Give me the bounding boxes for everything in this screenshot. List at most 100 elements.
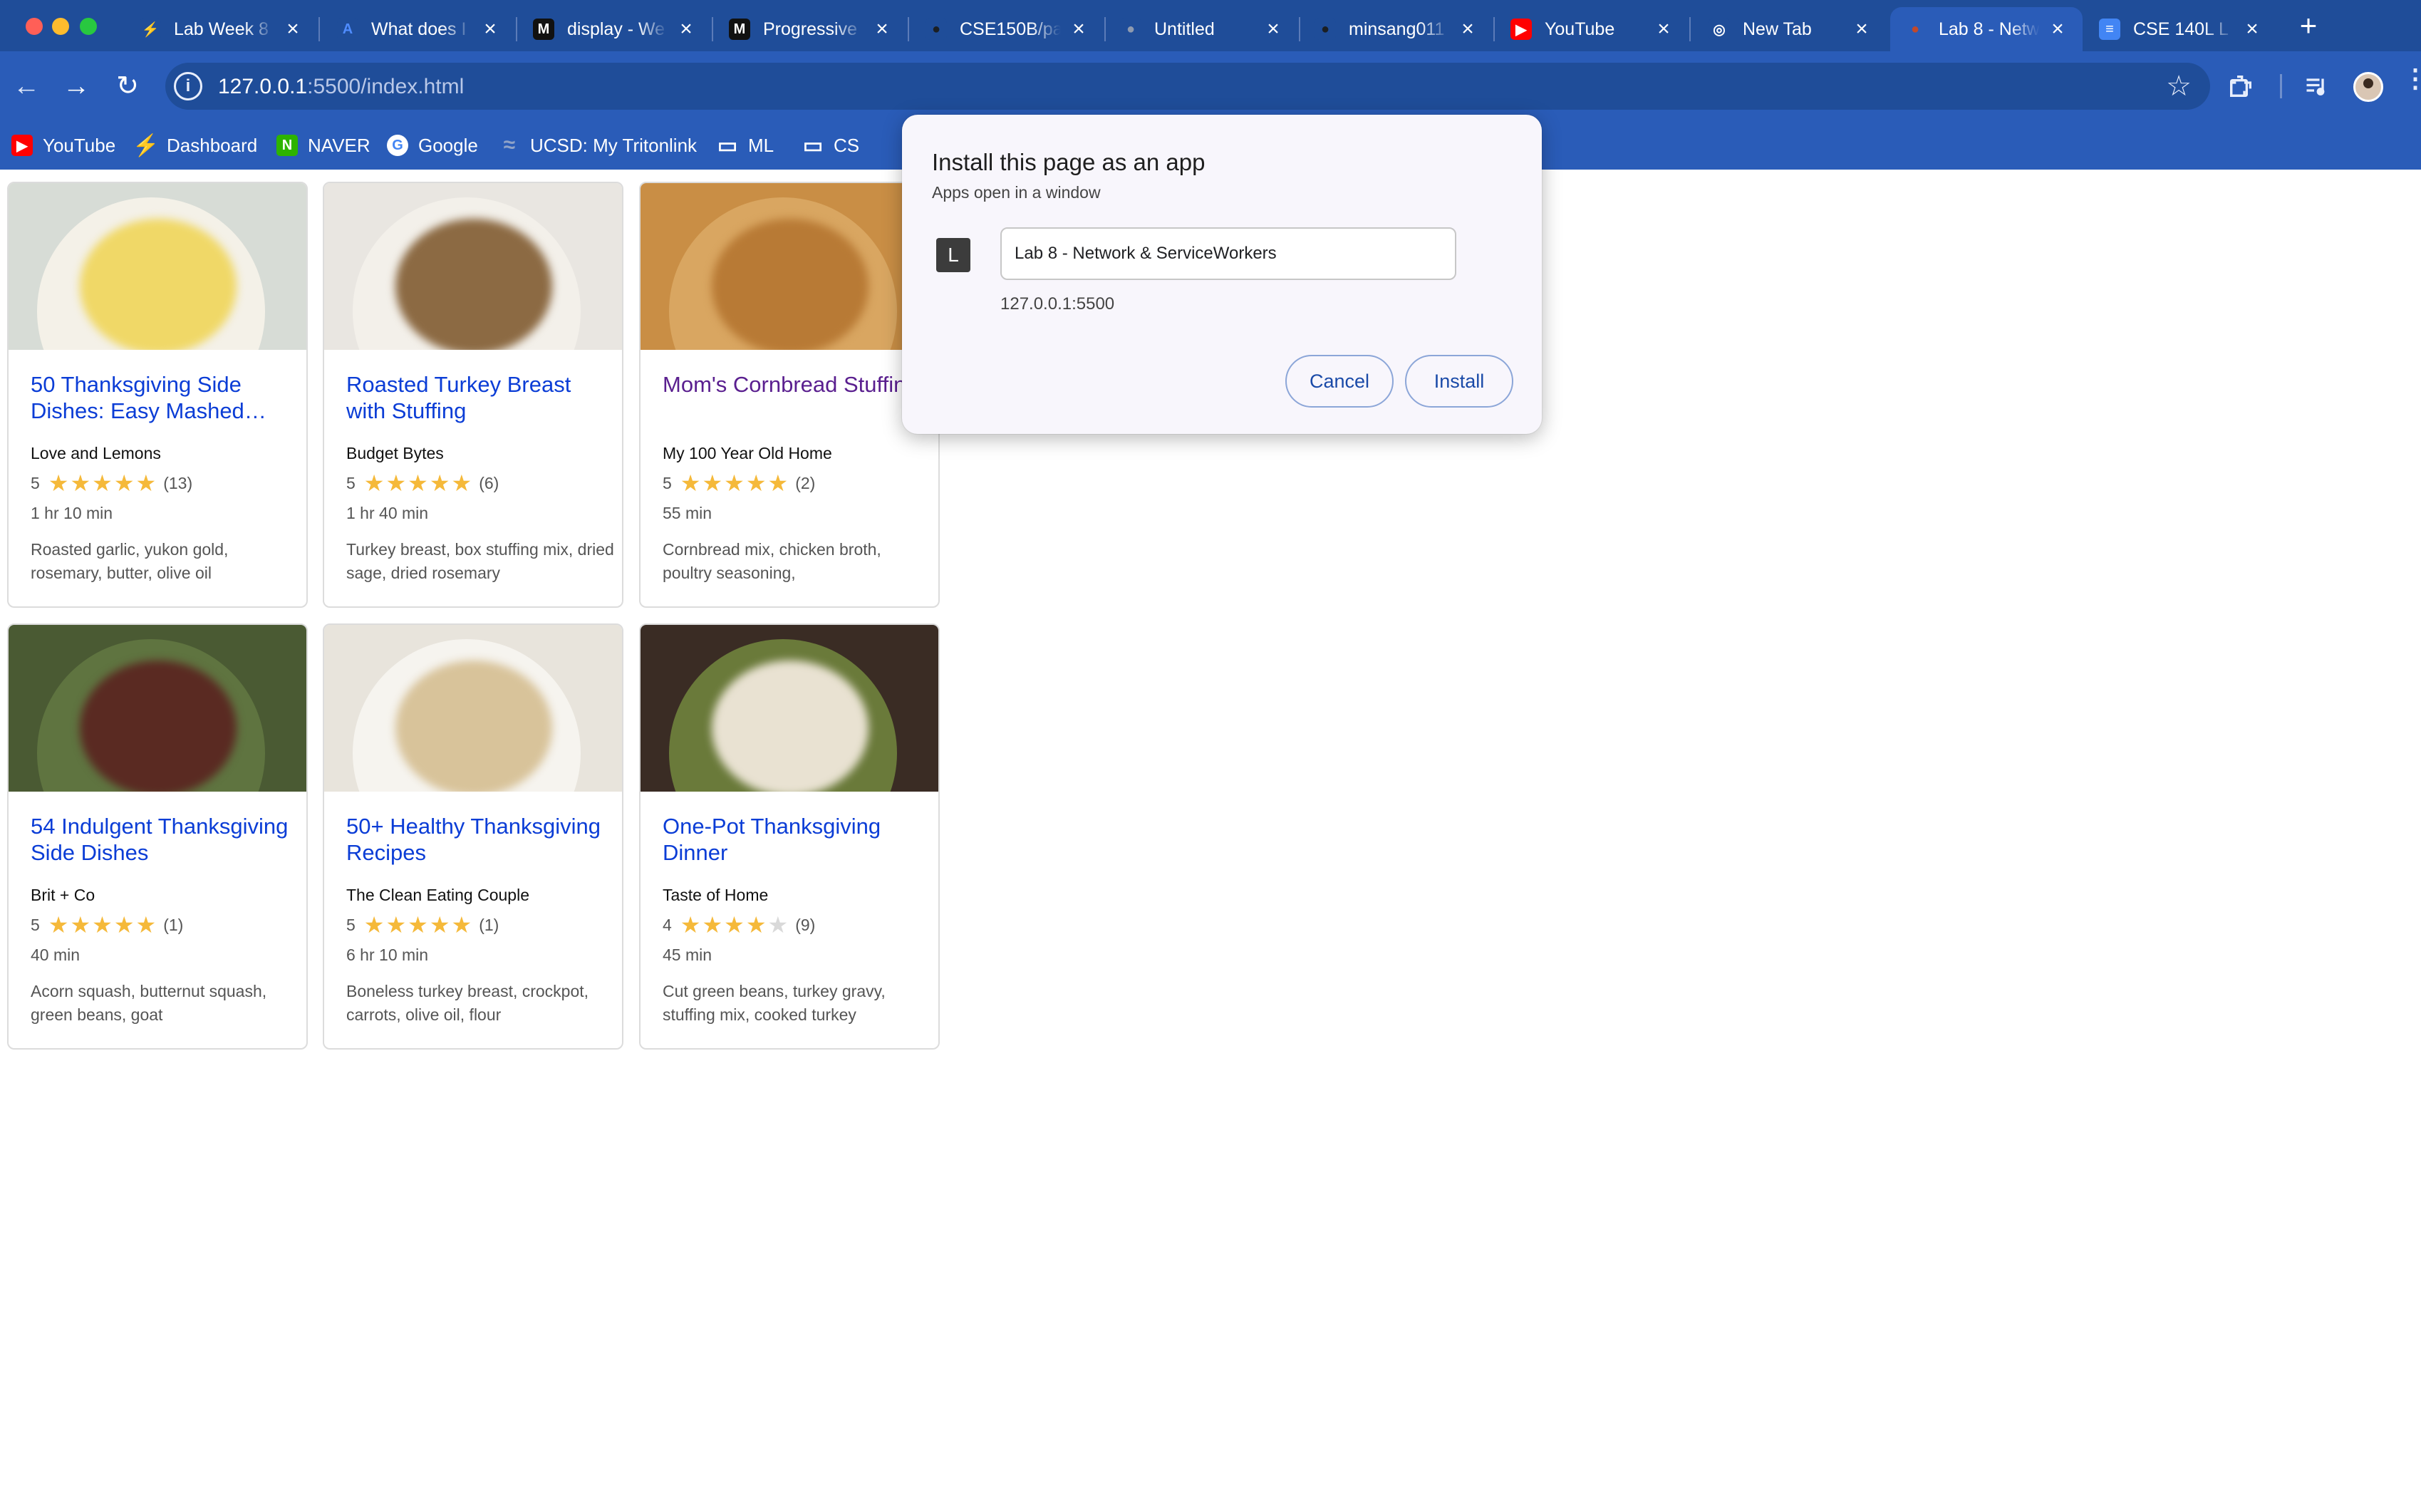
back-button[interactable]: ← [7,67,46,105]
tab-7[interactable]: ● minsang011 × [1300,7,1493,51]
close-window-button[interactable] [26,18,43,35]
bookmark-star-icon[interactable]: ☆ [2166,70,2192,103]
recipe-source: My 100 Year Old Home [663,444,832,462]
star-icon: ★ [135,470,157,496]
cancel-button[interactable]: Cancel [1285,355,1394,408]
rating-stars: ★ ★ ★ ★ ★ [363,912,472,938]
star-icon: ★ [385,912,407,938]
recipe-ingredients: Cut green beans, turkey gravy, stuffing … [663,982,886,1024]
star-icon: ★ [767,470,789,496]
close-tab-icon[interactable]: × [675,19,697,40]
star-icon: ★ [113,470,135,496]
new-tab-button[interactable]: + [2294,9,2323,43]
recipe-card[interactable]: Mom's Cornbread Stuffing My 100 Year Old … [639,182,940,608]
star-icon: ★ [363,912,385,938]
rating-count: (13) [163,473,193,492]
M-icon: M [729,19,750,40]
recipe-card[interactable]: 50+ Healthy Thanksgiving Recipes The Clea… [323,623,623,1050]
close-tab-icon[interactable]: × [1851,19,1872,40]
close-tab-icon[interactable]: × [1263,19,1284,40]
rating-value: 5 [346,473,356,492]
close-tab-icon[interactable]: × [871,19,893,40]
chrome-icon: ◎ [1709,19,1730,40]
tab-4[interactable]: M Progressive × [715,7,907,51]
recipe-card[interactable]: 50 Thanksgiving Side Dishes: Easy Mashed… [7,182,308,608]
address-url[interactable]: 127.0.0.1:5500/index.html [218,75,464,99]
recipe-image[interactable] [641,625,938,792]
bookmark-6[interactable]: ▭ ML [717,130,774,161]
bookmark-3[interactable]: N NAVER [276,130,370,161]
recipe-image[interactable] [641,183,938,350]
reload-button[interactable]: ↻ [108,67,147,105]
folder-icon: ▭ [717,133,738,157]
recipe-title-link[interactable]: Roasted Turkey Breast with Stuffing [346,371,610,424]
recipe-ingredients: Turkey breast, box stuffing mix, dried s… [346,540,614,582]
menu-more-icon[interactable]: ⋮ [2402,66,2421,91]
app-icon: L [936,238,970,272]
recipe-card[interactable]: One-Pot Thanksgiving Dinner Taste of Home… [639,623,940,1050]
media-controls-icon[interactable] [2297,67,2336,105]
recipe-rating: 5 ★ ★ ★ ★ ★ (2) [663,472,815,494]
install-app-dialog: Install this page as an app Apps open in… [902,115,1542,434]
close-tab-icon[interactable]: × [1068,19,1089,40]
star-icon: ★ [113,912,135,938]
profile-avatar[interactable] [2353,72,2383,102]
recipe-card[interactable]: Roasted Turkey Breast with Stuffing Budge… [323,182,623,608]
tab-2[interactable]: A What does I × [323,7,515,51]
rating-count: (1) [163,915,184,934]
tab-9[interactable]: ◎ New Tab × [1694,7,1887,51]
bookmark-label: Dashboard [167,134,258,156]
recipe-time: 55 min [663,504,712,522]
star-icon: ★ [70,470,91,496]
dialog-title: Install this page as an app [932,149,1206,175]
fullscreen-window-button[interactable] [80,18,97,35]
recipe-image[interactable] [9,183,306,350]
tab-3[interactable]: Mdisplay - We × [519,7,711,51]
close-tab-icon[interactable]: × [2047,19,2068,40]
star-icon: ★ [724,912,745,938]
close-tab-icon[interactable]: × [2241,19,2263,40]
recipe-title-link[interactable]: 50+ Healthy Thanksgiving Recipes [346,813,610,866]
tab-title: New Tab [1743,19,1812,39]
close-tab-icon[interactable]: × [1653,19,1674,40]
recipe-card[interactable]: 54 Indulgent Thanksgiving Side Dishes Bri… [7,623,308,1050]
rating-stars: ★ ★ ★ ★ ★ [48,472,156,494]
tab-6[interactable]: ● Untitled × [1106,7,1298,51]
rating-stars: ★ ★ ★ ★ ★ [48,912,156,938]
recipe-image[interactable] [9,625,306,792]
bookmark-1[interactable]: ▶ YouTube [11,130,115,161]
recipe-title-link[interactable]: Mom's Cornbread Stuffing [663,371,926,398]
recipe-title-link[interactable]: 54 Indulgent Thanksgiving Side Dishes [31,813,294,866]
recipe-title-link[interactable]: 50 Thanksgiving Side Dishes: Easy Mashed… [31,371,294,424]
extensions-icon[interactable] [2222,67,2260,105]
site-info-icon[interactable]: i [174,72,202,100]
install-button[interactable]: Install [1405,355,1513,408]
bookmark-4[interactable]: G Google [387,130,478,161]
app-name-input[interactable] [1000,227,1456,280]
tab-11[interactable]: ≡ CSE 140L L × [2085,7,2277,51]
tab-8[interactable]: ▶ YouTube × [1496,7,1689,51]
tab-5[interactable]: ● CSE150B/pa × [911,7,1104,51]
star-icon: ★ [429,912,450,938]
forward-button[interactable]: → [57,67,95,105]
address-bar[interactable]: i 127.0.0.1:5500/index.html ☆ [165,63,2210,110]
star-icon: ★ [745,912,767,938]
recipe-image[interactable] [324,183,622,350]
close-tab-icon[interactable]: × [1457,19,1478,40]
triton-icon: ≈ [503,133,516,157]
bookmark-2[interactable]: ⚡ Dashboard [133,130,258,161]
recipe-image[interactable] [324,625,622,792]
rating-value: 5 [663,473,672,492]
tab-title: YouTube [1545,19,1615,39]
minimize-window-button[interactable] [52,18,69,35]
close-tab-icon[interactable]: × [479,19,501,40]
star-icon: ★ [702,470,723,496]
tab-separator [1493,17,1495,41]
recipe-ingredients: Acorn squash, butternut squash, green be… [31,982,267,1024]
tab-10[interactable]: ● Lab 8 - Netw × [1890,7,2083,51]
bookmark-5[interactable]: ≈ UCSD: My Tritonlink [499,130,697,161]
bookmark-7[interactable]: ▭ CS [802,130,859,161]
close-tab-icon[interactable]: × [282,19,304,40]
recipe-title-link[interactable]: One-Pot Thanksgiving Dinner [663,813,926,866]
tab-1[interactable]: ⚡ Lab Week 8 × [125,7,318,51]
